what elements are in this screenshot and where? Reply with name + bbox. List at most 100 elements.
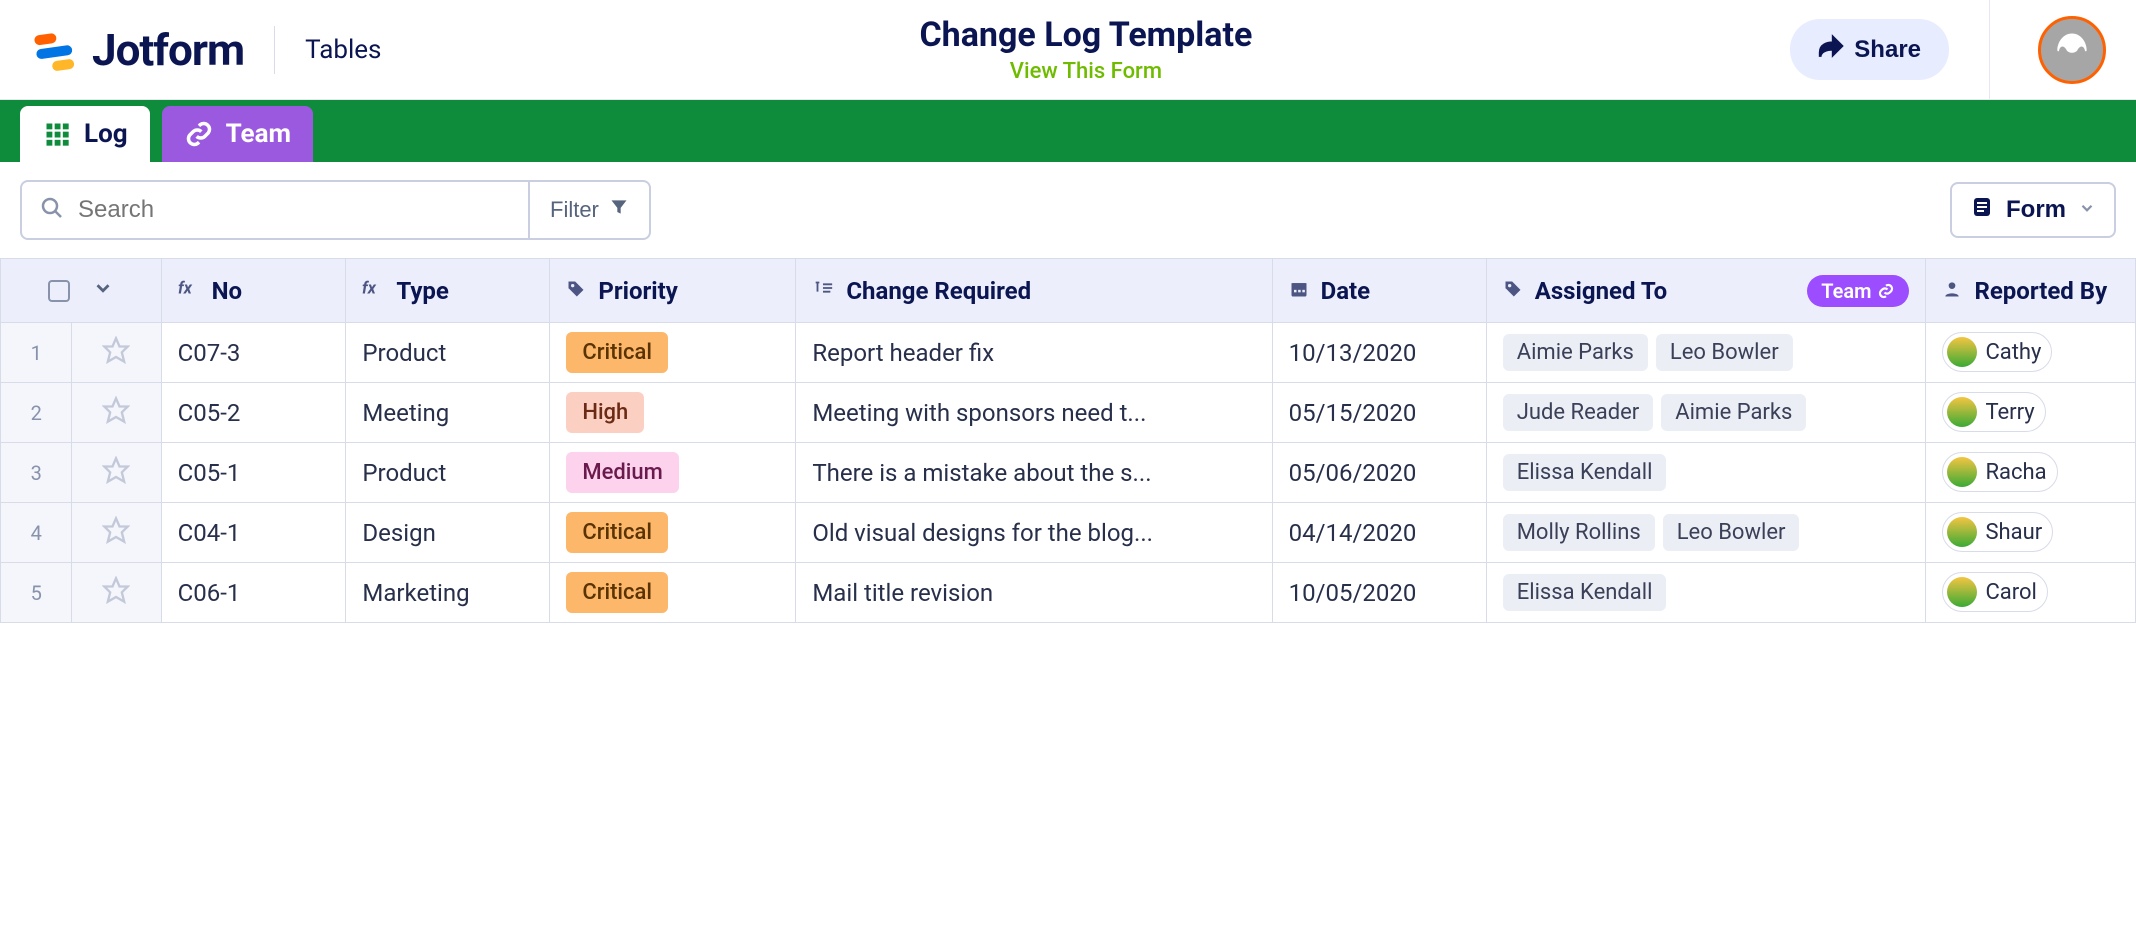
row-index: 5 (1, 563, 72, 623)
assigned-chip[interactable]: Elissa Kendall (1503, 454, 1667, 491)
cell-no[interactable]: C07-3 (161, 323, 346, 383)
form-view-button[interactable]: Form (1950, 182, 2116, 238)
mini-avatar-icon (1947, 337, 1977, 367)
column-header-priority[interactable]: Priority (550, 259, 796, 323)
cell-change[interactable]: Meeting with sponsors need t... (796, 383, 1272, 443)
table-row[interactable]: 1 C07-3Product Critical Report header fix10… (1, 323, 2136, 383)
filter-button[interactable]: Filter (530, 180, 651, 240)
cell-assigned[interactable]: Jude ReaderAimie Parks (1486, 383, 1926, 443)
table-row[interactable]: 5 C06-1Marketing Critical Mail title revisi… (1, 563, 2136, 623)
section-label[interactable]: Tables (305, 35, 381, 65)
priority-pill: Critical (566, 572, 668, 613)
star-icon (102, 402, 130, 430)
cell-no[interactable]: C04-1 (161, 503, 346, 563)
search-icon (40, 196, 64, 224)
star-icon (102, 522, 130, 550)
search-box[interactable] (20, 180, 530, 240)
cell-priority[interactable]: Critical (550, 503, 796, 563)
cell-no[interactable]: C05-2 (161, 383, 346, 443)
form-view-label: Form (2006, 196, 2066, 224)
cell-change[interactable]: Old visual designs for the blog... (796, 503, 1272, 563)
column-header-no[interactable]: fxNo (161, 259, 346, 323)
brand-logo[interactable]: Jotform (30, 24, 244, 76)
cell-reported[interactable]: Racha (1926, 443, 2136, 503)
reported-chip: Carol (1942, 572, 2047, 612)
tab-log[interactable]: Log (20, 106, 150, 162)
row-star[interactable] (72, 563, 161, 623)
cell-type[interactable]: Design (346, 503, 550, 563)
cell-type[interactable]: Marketing (346, 563, 550, 623)
cell-reported[interactable]: Cathy (1926, 323, 2136, 383)
table-row[interactable]: 3 C05-1ProductMediumThere is a mistake ab… (1, 443, 2136, 503)
user-avatar[interactable] (2038, 16, 2106, 84)
priority-pill: Critical (566, 332, 668, 373)
cell-priority[interactable]: Medium (550, 443, 796, 503)
table-row[interactable]: 2C05-2MeetingHighMeeting with sponsors n… (1, 383, 2136, 443)
assigned-chip[interactable]: Molly Rollins (1503, 514, 1655, 551)
mini-avatar-icon (1947, 457, 1977, 487)
cell-reported[interactable]: Terry (1926, 383, 2136, 443)
row-index: 4 (1, 503, 72, 563)
row-star[interactable] (72, 383, 161, 443)
share-button[interactable]: Share (1790, 19, 1949, 80)
cell-no[interactable]: C06-1 (161, 563, 346, 623)
link-icon (184, 119, 214, 149)
cell-priority[interactable]: Critical (550, 563, 796, 623)
cell-date[interactable]: 10/05/2020 (1272, 563, 1486, 623)
svg-text:fx: fx (178, 279, 193, 298)
star-icon (102, 462, 130, 490)
cell-assigned[interactable]: Elissa Kendall (1486, 563, 1926, 623)
column-header-reported[interactable]: Reported By (1926, 259, 2136, 323)
cell-priority[interactable]: High (550, 383, 796, 443)
cell-date[interactable]: 05/15/2020 (1272, 383, 1486, 443)
assigned-chip[interactable]: Aimie Parks (1661, 394, 1806, 431)
cell-change[interactable]: Report header fix (796, 323, 1272, 383)
cell-priority[interactable]: Critical (550, 323, 796, 383)
view-form-link[interactable]: View This Form (1010, 59, 1162, 84)
cell-change[interactable]: There is a mistake about the s... (796, 443, 1272, 503)
cell-no[interactable]: C05-1 (161, 443, 346, 503)
grid-icon (42, 119, 72, 149)
page-title: Change Log Template (381, 15, 1790, 55)
column-header-type[interactable]: fxType (346, 259, 550, 323)
assigned-chip[interactable]: Elissa Kendall (1503, 574, 1667, 611)
row-star[interactable] (72, 323, 161, 383)
table-row[interactable]: 4 C04-1DesignCriticalOld visual designs f… (1, 503, 2136, 563)
mini-avatar-icon (1947, 517, 1977, 547)
cell-assigned[interactable]: Aimie ParksLeo Bowler (1486, 323, 1926, 383)
assigned-chip[interactable]: Leo Bowler (1663, 514, 1800, 551)
assigned-chip[interactable]: Leo Bowler (1656, 334, 1793, 371)
tag-icon (1503, 277, 1523, 305)
fx-icon: fx (362, 277, 384, 305)
team-badge[interactable]: Team (1807, 275, 1909, 307)
cell-date[interactable]: 05/06/2020 (1272, 443, 1486, 503)
text-icon (812, 277, 834, 305)
person-icon (1942, 277, 1962, 305)
calendar-icon (1289, 277, 1309, 305)
chevron-down-icon[interactable] (92, 277, 114, 305)
row-index: 1 (1, 323, 72, 383)
cell-date[interactable]: 10/13/2020 (1272, 323, 1486, 383)
row-star[interactable] (72, 503, 161, 563)
search-input[interactable] (78, 196, 510, 224)
cell-date[interactable]: 04/14/2020 (1272, 503, 1486, 563)
tab-team[interactable]: Team (162, 106, 313, 162)
cell-assigned[interactable]: Elissa Kendall (1486, 443, 1926, 503)
assigned-chip[interactable]: Aimie Parks (1503, 334, 1648, 371)
assigned-chip[interactable]: Jude Reader (1503, 394, 1654, 431)
column-header-assigned[interactable]: Assigned ToTeam (1486, 259, 1926, 323)
column-header-change[interactable]: Change Required (796, 259, 1272, 323)
column-header-date[interactable]: Date (1272, 259, 1486, 323)
row-index: 3 (1, 443, 72, 503)
cell-assigned[interactable]: Molly RollinsLeo Bowler (1486, 503, 1926, 563)
cell-reported[interactable]: Shaur (1926, 503, 2136, 563)
cell-reported[interactable]: Carol (1926, 563, 2136, 623)
cell-type[interactable]: Product (346, 443, 550, 503)
row-star[interactable] (72, 443, 161, 503)
select-all-checkbox[interactable] (48, 280, 70, 302)
mini-avatar-icon (1947, 397, 1977, 427)
cell-change[interactable]: Mail title revision (796, 563, 1272, 623)
cell-type[interactable]: Meeting (346, 383, 550, 443)
jotform-logo-icon (30, 25, 80, 75)
cell-type[interactable]: Product (346, 323, 550, 383)
